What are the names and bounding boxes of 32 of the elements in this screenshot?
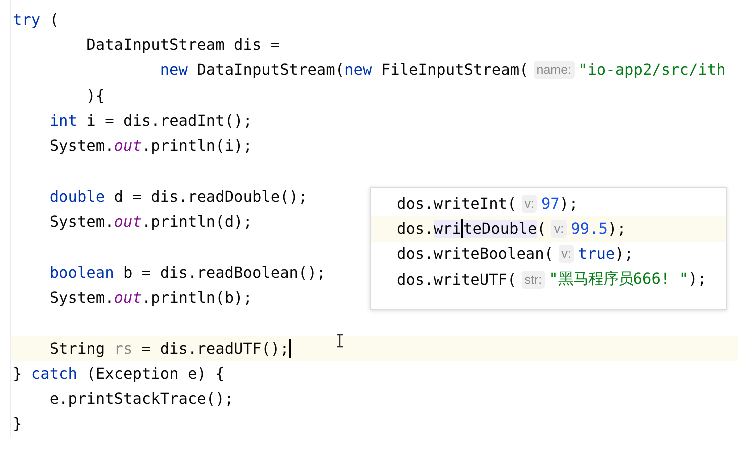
code-text: 97); bbox=[541, 194, 578, 213]
code-text: int i = dis.readInt(); bbox=[50, 112, 252, 130]
code-text: System.out.println(d); bbox=[50, 213, 252, 232]
code-text: DataInputStream dis = bbox=[86, 36, 280, 54]
text-caret bbox=[461, 219, 464, 238]
code-text: System.out.println(i); bbox=[50, 137, 252, 156]
code-text: "io-app2/src/ith bbox=[578, 61, 726, 80]
code-text: } catch (Exception e) { bbox=[13, 364, 225, 383]
code-text: dos.wri bbox=[397, 220, 462, 238]
code-text: boolean b = dis.readBoolean(); bbox=[50, 264, 326, 282]
code-text: System.out.println(b); bbox=[50, 288, 252, 307]
code-text: ){ bbox=[86, 86, 106, 105]
parameter-hint: v: bbox=[522, 194, 538, 213]
parameter-hint: str: bbox=[522, 270, 546, 289]
text-caret bbox=[289, 339, 292, 358]
code-text: dos.writeUTF( bbox=[397, 270, 517, 289]
code-text: } bbox=[13, 415, 22, 434]
code-text: 99.5); bbox=[571, 220, 626, 238]
code-text: "黑马程序员666! "); bbox=[549, 269, 707, 290]
code-text: dos.writeBoolean( bbox=[397, 245, 554, 264]
code-text: e.printStackTrace(); bbox=[50, 390, 234, 408]
parameter-hint: name: bbox=[534, 61, 574, 80]
code-text: String rs = dis.readUTF(); bbox=[50, 340, 290, 358]
code-text: double d = dis.readDouble(); bbox=[50, 188, 308, 206]
code-text: true); bbox=[578, 245, 634, 264]
parameter-hint: v: bbox=[558, 245, 574, 264]
text-cursor-icon bbox=[336, 334, 344, 348]
code-text: new DataInputStream(new FileInputStream( bbox=[160, 61, 529, 80]
parameter-hint: v: bbox=[551, 220, 568, 238]
code-text: teDouble( bbox=[463, 220, 546, 238]
code-text: try ( bbox=[13, 10, 60, 29]
code-text: dos.writeInt( bbox=[397, 194, 517, 213]
